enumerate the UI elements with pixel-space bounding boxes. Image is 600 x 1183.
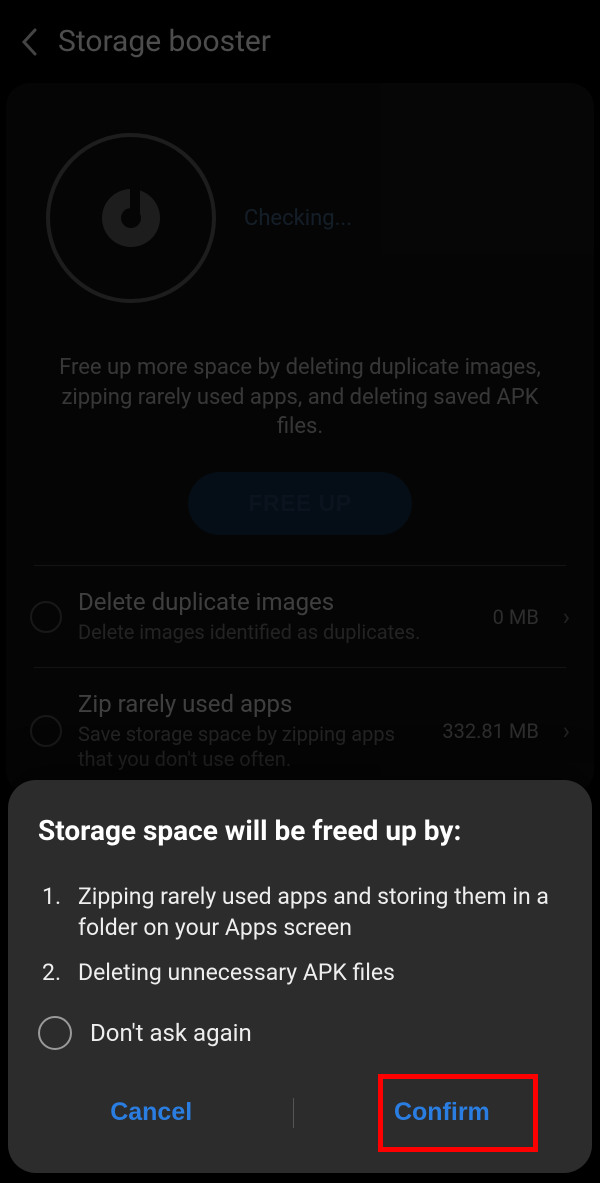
dialog-actions: Cancel Confirm <box>38 1080 562 1145</box>
app-header: Storage booster <box>0 0 600 77</box>
list-item-zip-apps[interactable]: Zip rarely used apps Save storage space … <box>6 668 594 794</box>
item-subtitle: Save storage space by zipping apps that … <box>78 722 426 772</box>
cancel-button[interactable]: Cancel <box>66 1080 236 1145</box>
divider <box>34 667 566 668</box>
dont-ask-label: Don't ask again <box>90 1019 252 1047</box>
action-separator <box>293 1098 294 1128</box>
item-value: 332.81 MB <box>442 719 538 743</box>
dont-ask-row[interactable]: Don't ask again <box>38 1016 562 1050</box>
status-label: Checking... <box>244 206 352 231</box>
free-up-button[interactable]: FREE UP <box>188 472 411 535</box>
storage-donut-icon <box>102 189 160 247</box>
list-item-duplicate-images[interactable]: Delete duplicate images Delete images id… <box>6 566 594 667</box>
confirmation-dialog: Storage space will be freed up by: Zippi… <box>8 780 592 1173</box>
confirm-button[interactable]: Confirm <box>350 1080 534 1145</box>
description-text: Free up more space by deleting duplicate… <box>6 333 594 472</box>
checkbox-icon[interactable] <box>30 601 62 633</box>
dialog-point: Zipping rarely used apps and storing the… <box>38 881 562 943</box>
radio-icon[interactable] <box>38 1016 72 1050</box>
item-title: Delete duplicate images <box>78 588 477 616</box>
dialog-list: Zipping rarely used apps and storing the… <box>38 881 562 988</box>
item-title: Zip rarely used apps <box>78 690 426 718</box>
item-value: 0 MB <box>493 605 539 629</box>
dialog-point: Deleting unnecessary APK files <box>38 957 562 988</box>
dialog-title: Storage space will be freed up by: <box>38 814 562 847</box>
main-card: Checking... Free up more space by deleti… <box>6 83 594 794</box>
divider <box>34 565 566 566</box>
checkbox-icon[interactable] <box>30 715 62 747</box>
item-subtitle: Delete images identified as duplicates. <box>78 620 477 645</box>
chevron-right-icon: › <box>563 603 570 631</box>
chevron-right-icon: › <box>563 717 570 745</box>
page-title: Storage booster <box>58 24 271 59</box>
progress-ring-icon <box>46 133 216 303</box>
back-icon[interactable] <box>20 27 40 57</box>
